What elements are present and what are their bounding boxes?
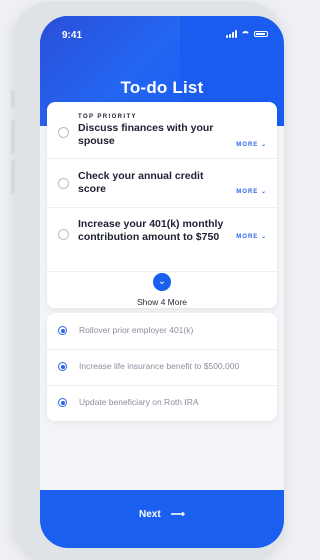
completed-card: Rollover prior employer 401(k) Increase … <box>47 313 277 421</box>
show-more-label: Show 4 More <box>136 297 188 307</box>
mute-switch <box>11 90 15 108</box>
task-title: Discuss finances with your spouse <box>78 122 214 147</box>
completed-radio[interactable] <box>58 398 67 407</box>
volume-down-button <box>11 160 15 194</box>
task-item[interactable]: TOP PRIORITY Discuss finances with your … <box>47 102 277 159</box>
completed-label: Increase life insurance benefit to $500,… <box>79 361 240 371</box>
task-checkbox[interactable] <box>58 229 69 240</box>
completed-label: Rollover prior employer 401(k) <box>79 325 194 335</box>
status-bar: 9:41 <box>40 16 284 46</box>
chevron-down-icon: ⌄ <box>260 234 267 240</box>
task-kicker: TOP PRIORITY <box>78 114 137 120</box>
chevron-down-icon[interactable]: ⌄ <box>153 273 171 291</box>
more-button[interactable]: MORE ⌄ <box>236 141 267 148</box>
next-label: Next <box>138 509 161 520</box>
completed-radio[interactable] <box>58 326 67 335</box>
more-button[interactable]: MORE ⌄ <box>236 233 267 240</box>
page-title: To-do List <box>120 78 204 97</box>
chevron-down-icon: ⌄ <box>260 142 267 148</box>
wifi-icon <box>241 30 250 38</box>
task-checkbox[interactable] <box>58 127 69 138</box>
task-title: Check your annual credit score <box>78 170 204 195</box>
footer-bar: Next ⟶ <box>40 490 284 548</box>
task-item[interactable]: Check your annual credit score MORE ⌄ <box>47 158 277 208</box>
battery-icon <box>254 31 268 37</box>
phone-frame: 9:41 To-do List TOP PRIORITY Discuss fin… <box>11 2 284 558</box>
arrow-right-icon: ⟶ <box>170 509 186 520</box>
completed-label: Update beneficiary on Roth IRA <box>79 397 199 407</box>
app-screen: 9:41 To-do List TOP PRIORITY Discuss fin… <box>40 16 284 548</box>
signal-icon <box>226 30 237 38</box>
completed-item[interactable]: Rollover prior employer 401(k) <box>47 313 277 350</box>
completed-item[interactable]: Increase life insurance benefit to $500,… <box>47 349 277 386</box>
more-button[interactable]: MORE ⌄ <box>236 188 267 195</box>
task-checkbox[interactable] <box>58 178 69 189</box>
chevron-down-icon: ⌄ <box>260 189 267 195</box>
task-title: Increase your 401(k) monthly contributio… <box>78 218 224 243</box>
status-time: 9:41 <box>62 30 83 41</box>
completed-radio[interactable] <box>58 362 67 371</box>
completed-item[interactable]: Update beneficiary on Roth IRA <box>47 385 277 421</box>
task-item[interactable]: Increase your 401(k) monthly contributio… <box>47 207 277 272</box>
next-button[interactable]: Next ⟶ <box>40 509 284 520</box>
todo-card: TOP PRIORITY Discuss finances with your … <box>47 102 277 308</box>
volume-up-button <box>11 120 15 154</box>
